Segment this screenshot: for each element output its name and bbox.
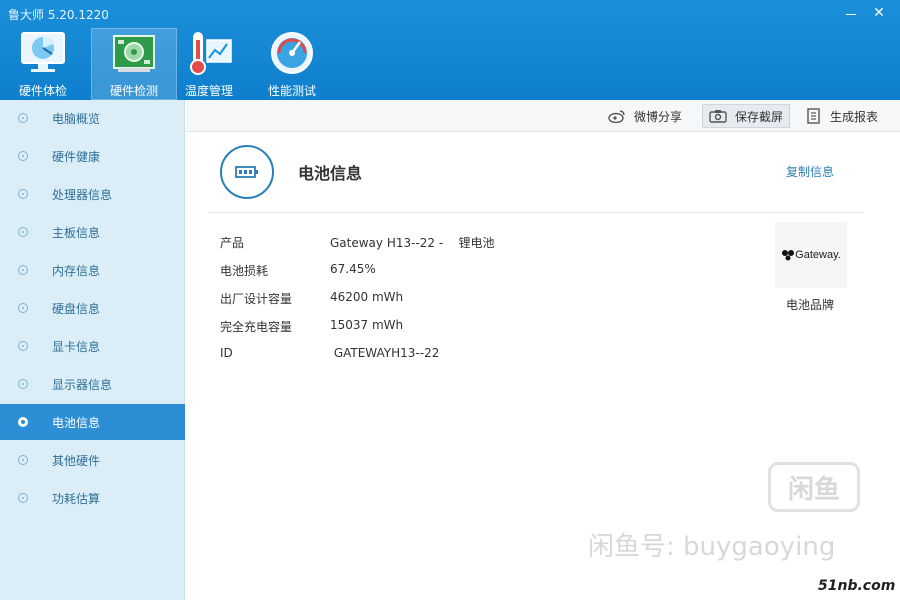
sidebar-item-label: 电池信息 — [52, 415, 101, 430]
camera-icon — [709, 110, 727, 123]
bullet-icon — [18, 227, 28, 237]
sidebar-item-label: 功耗估算 — [52, 491, 101, 506]
id-label: ID — [220, 346, 233, 360]
tab-performance[interactable]: 性能测试 — [249, 28, 335, 100]
battery-wear-label: 电池损耗 — [220, 264, 269, 278]
sidebar-item-other-hardware[interactable]: 其他硬件 — [0, 442, 185, 478]
bullet-icon — [18, 341, 28, 351]
app-title: 鲁大师 5.20.1220 — [8, 8, 109, 22]
bullet-icon — [18, 265, 28, 275]
divider — [208, 212, 864, 213]
id-value: GATEWAYH13--22 — [330, 346, 440, 360]
sidebar-item-overview[interactable]: 电脑概览 — [0, 100, 185, 136]
battery-icon — [220, 145, 274, 199]
bullet-icon — [18, 303, 28, 313]
title-bar: 鲁大师 5.20.1220 ✕ 硬件体检 硬件检测 温度管理 性能测试 — [0, 0, 900, 100]
generate-report-label: 生成报表 — [830, 109, 879, 124]
sidebar-item-battery[interactable]: 电池信息 — [0, 404, 185, 440]
sidebar-item-disk[interactable]: 硬盘信息 — [0, 290, 185, 326]
save-screenshot-label: 保存截屏 — [735, 109, 784, 124]
sidebar-item-label: 其他硬件 — [52, 453, 101, 468]
sidebar-item-label: 显示器信息 — [52, 377, 113, 392]
sidebar: 电脑概览 硬件健康 处理器信息 主板信息 内存信息 硬盘信息 显卡信息 显示器信… — [0, 100, 185, 600]
sidebar-item-label: 硬件健康 — [52, 149, 101, 164]
bullet-icon — [18, 113, 28, 123]
report-icon — [807, 108, 820, 124]
save-screenshot-button[interactable]: 保存截屏 — [702, 104, 791, 128]
sidebar-item-health[interactable]: 硬件健康 — [0, 138, 185, 174]
sidebar-item-label: 内存信息 — [52, 263, 101, 278]
circuit-board-icon — [113, 35, 155, 72]
bullet-icon — [18, 379, 28, 389]
brand-logo-text: Gateway. — [795, 249, 841, 261]
copy-info-link[interactable]: 复制信息 — [786, 163, 834, 180]
bullet-icon — [18, 417, 28, 427]
tab-label: 性能测试 — [267, 84, 316, 98]
sidebar-item-display[interactable]: 显示器信息 — [0, 366, 185, 402]
sidebar-item-gpu[interactable]: 显卡信息 — [0, 328, 185, 364]
sidebar-item-label: 电脑概览 — [52, 111, 101, 126]
bullet-icon — [18, 189, 28, 199]
brand-logo: Gateway. — [775, 222, 847, 288]
speedometer-icon — [271, 32, 313, 74]
weibo-icon — [608, 110, 625, 123]
product-label: 产品 — [220, 236, 245, 250]
thermometer-icon — [190, 32, 232, 75]
product-value: Gateway H13--22 - 锂电池 — [330, 236, 495, 250]
tab-label: 温度管理 — [184, 84, 233, 98]
design-capacity-label: 出厂设计容量 — [220, 292, 293, 306]
generate-report-button[interactable]: 生成报表 — [800, 104, 884, 128]
close-icon[interactable]: ✕ — [866, 2, 892, 24]
bullet-icon — [18, 493, 28, 503]
sidebar-item-label: 处理器信息 — [52, 187, 113, 202]
sidebar-item-motherboard[interactable]: 主板信息 — [0, 214, 185, 250]
bullet-icon — [18, 151, 28, 161]
minimize-icon[interactable] — [838, 2, 864, 24]
site-watermark: 51nb.com — [818, 578, 896, 594]
tab-hardware-detect[interactable]: 硬件检测 — [91, 28, 177, 100]
brand-caption: 电池品牌 — [786, 298, 835, 312]
sidebar-item-cpu[interactable]: 处理器信息 — [0, 176, 185, 212]
bullet-icon — [18, 455, 28, 465]
sidebar-item-label: 显卡信息 — [52, 339, 101, 354]
watermark-logo: 闲鱼 — [768, 462, 860, 512]
monitor-scan-icon — [21, 32, 65, 72]
toolbar: 微博分享 保存截屏 生成报表 — [186, 100, 900, 132]
sidebar-item-label: 主板信息 — [52, 225, 101, 240]
full-charge-capacity-value: 15037 mWh — [330, 318, 404, 332]
weibo-share-label: 微博分享 — [634, 109, 683, 124]
tab-label: 硬件检测 — [109, 84, 158, 98]
tab-label: 硬件体检 — [18, 84, 67, 98]
sidebar-item-memory[interactable]: 内存信息 — [0, 252, 185, 288]
sidebar-item-power-estimate[interactable]: 功耗估算 — [0, 480, 185, 516]
watermark-text: 闲鱼号: buygaoying — [588, 532, 836, 562]
gateway-cow-icon — [782, 250, 795, 261]
weibo-share-button[interactable]: 微博分享 — [602, 104, 688, 128]
full-charge-capacity-label: 完全充电容量 — [220, 320, 293, 334]
design-capacity-value: 46200 mWh — [330, 290, 404, 304]
sidebar-item-label: 硬盘信息 — [52, 301, 101, 316]
battery-wear-value: 67.45% — [330, 262, 376, 276]
section-title: 电池信息 — [298, 164, 363, 183]
tab-temperature[interactable]: 温度管理 — [166, 28, 252, 100]
tab-hardware-check[interactable]: 硬件体检 — [0, 28, 86, 100]
